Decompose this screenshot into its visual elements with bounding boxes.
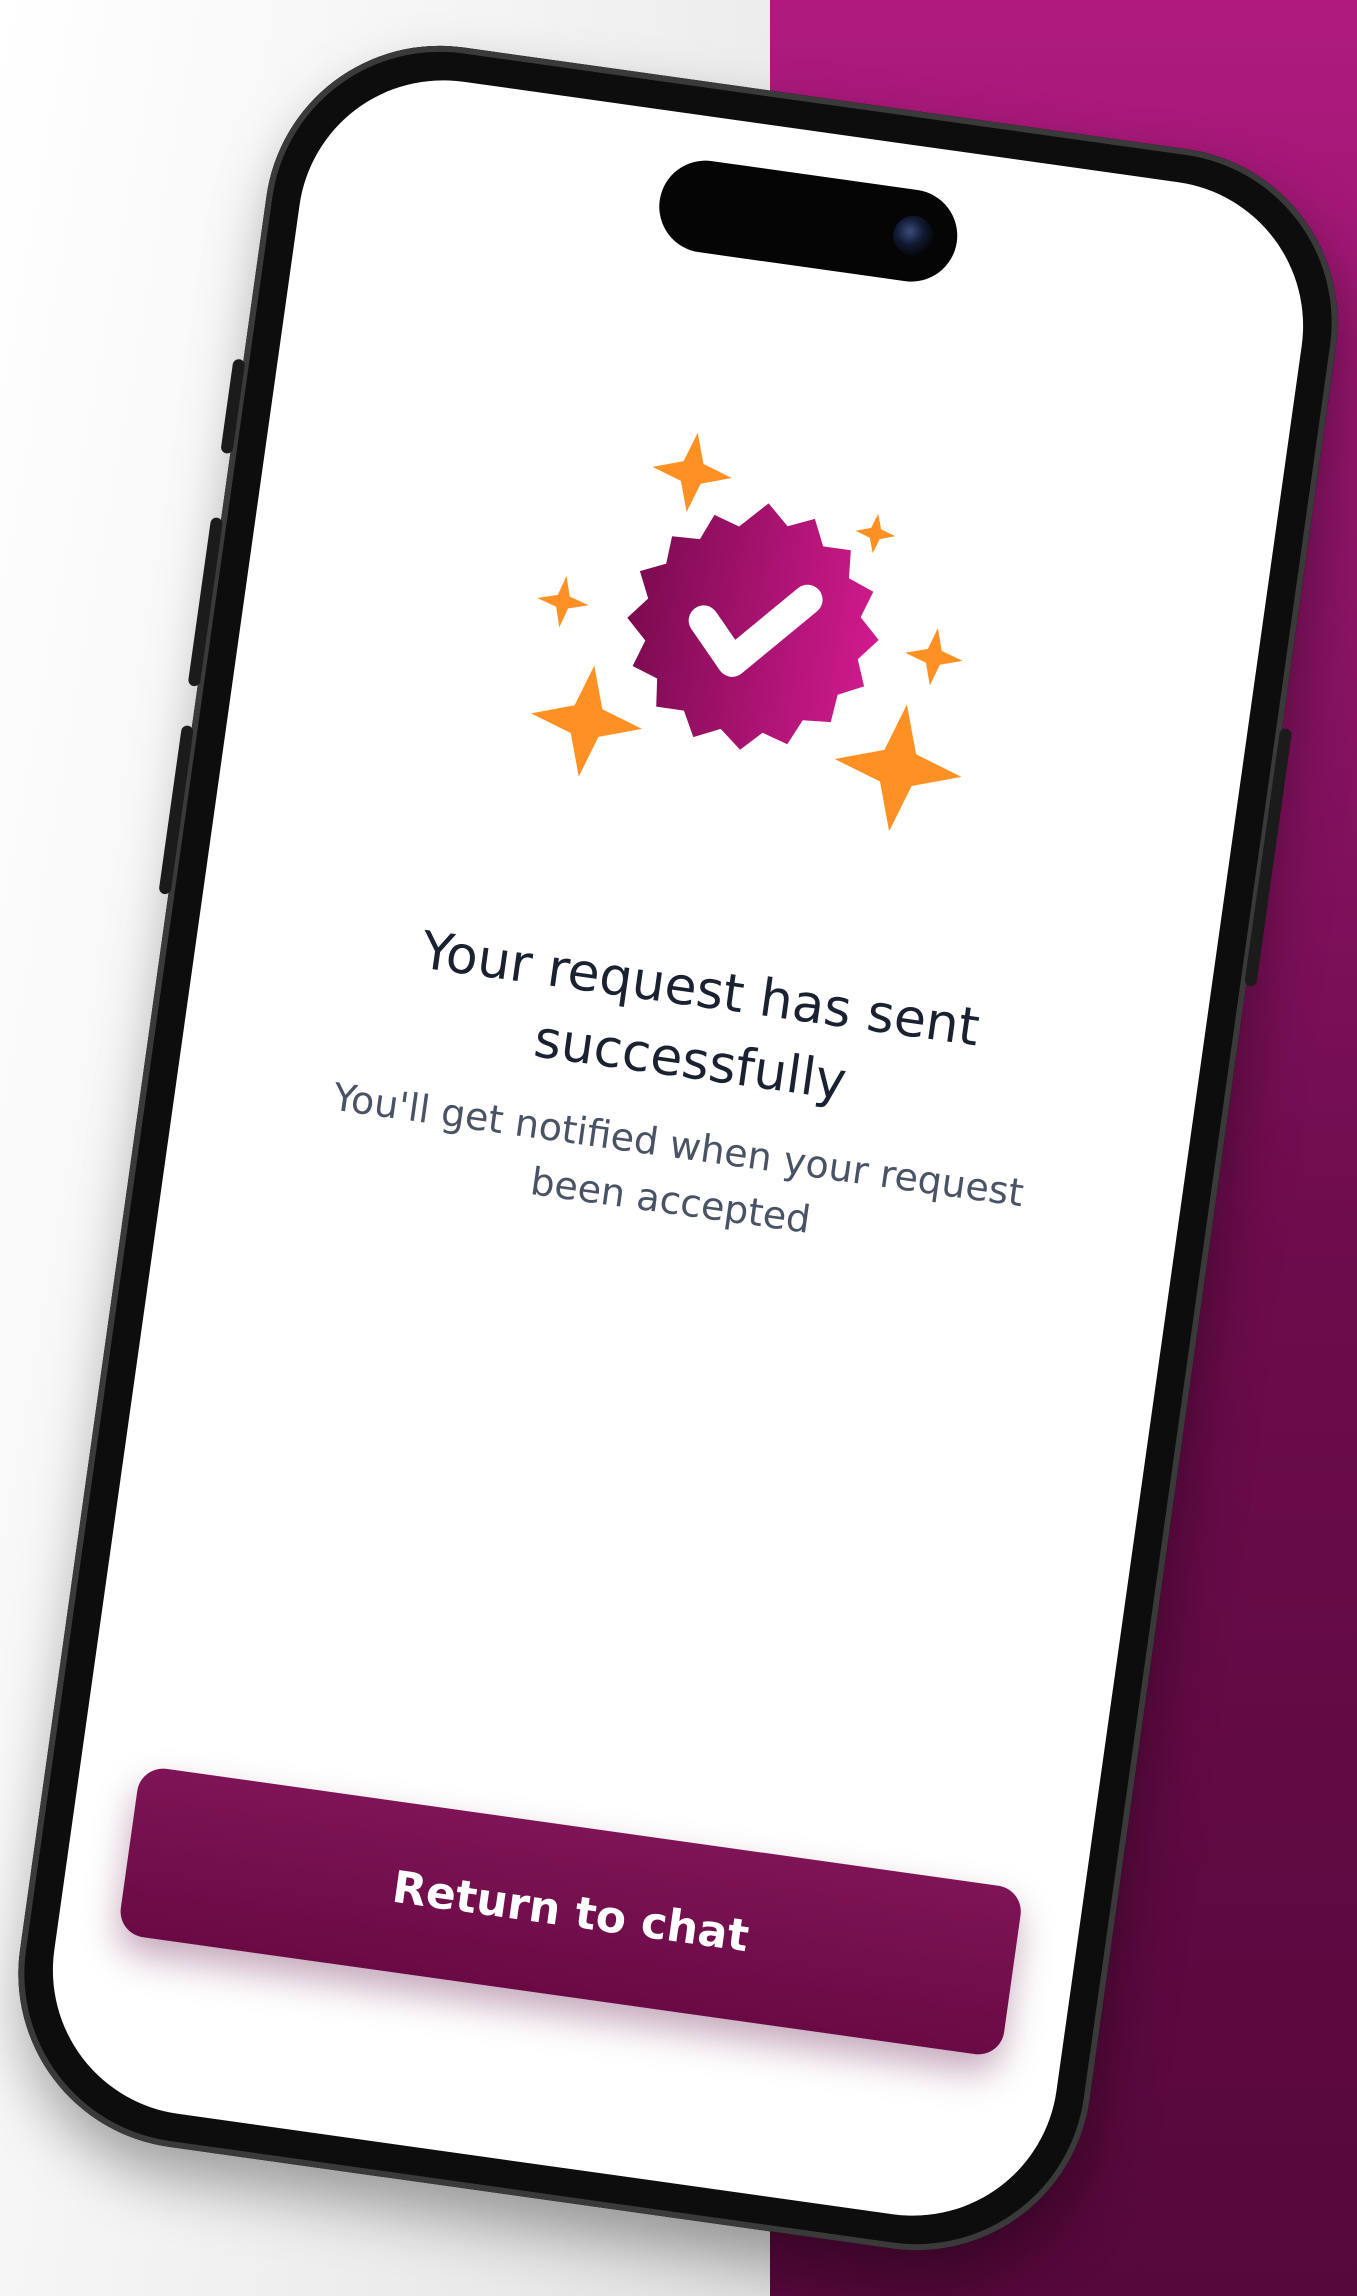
sparkle-icon (652, 432, 732, 513)
sparkle-icon (855, 513, 896, 554)
sparkle-icon (531, 665, 642, 777)
dynamic-island (653, 154, 964, 288)
sparkle-icon (834, 704, 962, 832)
return-to-chat-button[interactable]: Return to chat (117, 1765, 1025, 2058)
front-camera-icon (890, 213, 936, 259)
sparkle-icon (905, 628, 963, 686)
verified-badge-icon (627, 503, 879, 750)
sparkle-icon (537, 575, 589, 628)
success-illustration (463, 393, 1036, 881)
